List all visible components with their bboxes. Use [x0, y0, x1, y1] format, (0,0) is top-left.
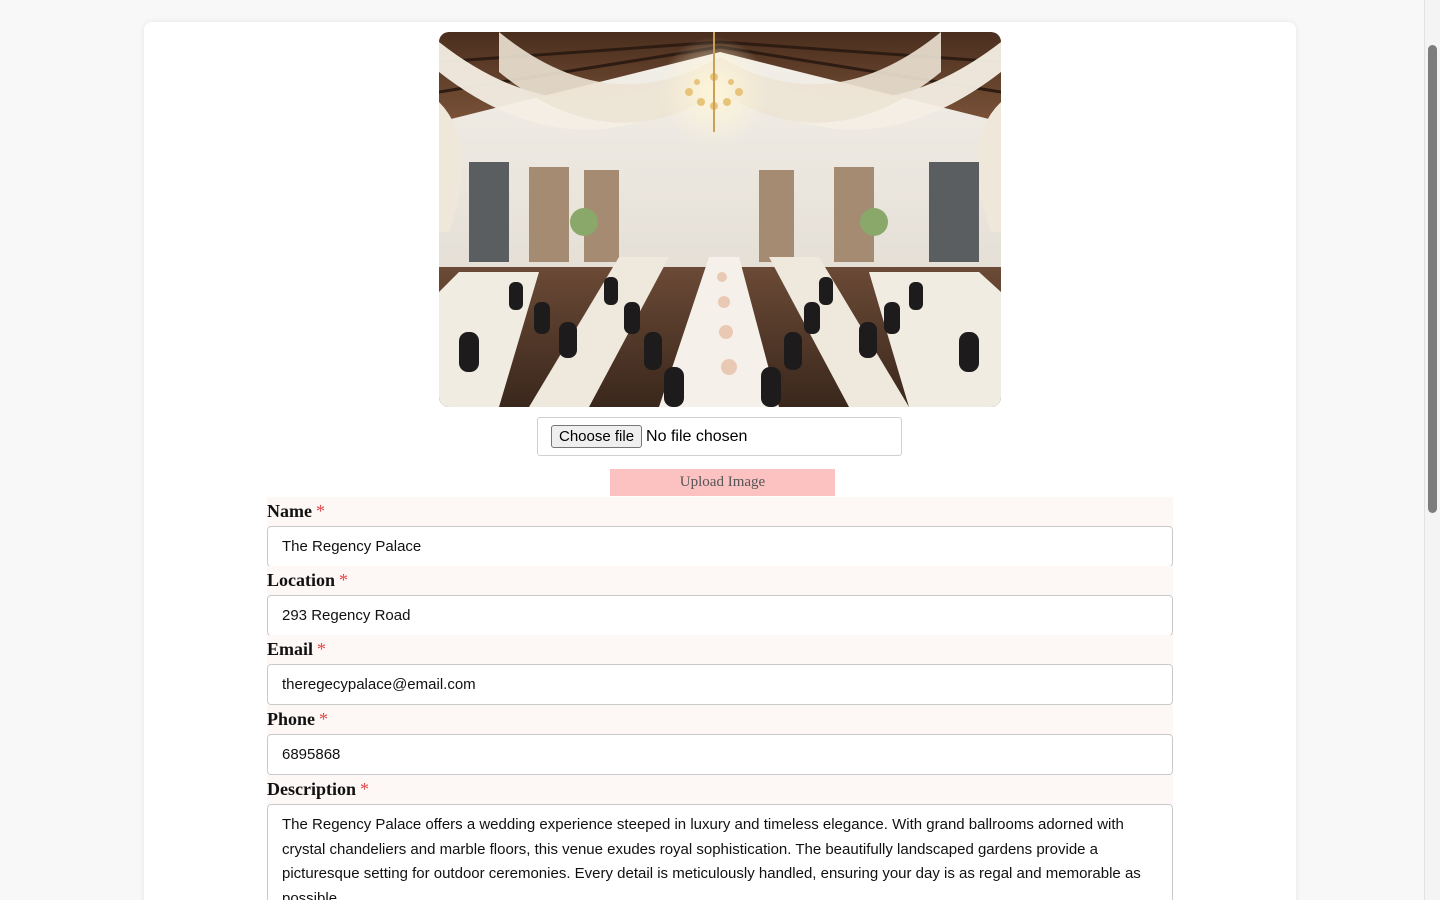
choose-file-button[interactable]: Choose file: [551, 425, 643, 448]
name-label-text: Name: [267, 501, 312, 521]
email-field[interactable]: theregecypalace@email.com: [267, 664, 1173, 705]
required-marker: *: [315, 501, 325, 521]
email-label-text: Email: [267, 639, 314, 659]
phone-field[interactable]: 6895868: [267, 734, 1173, 775]
description-label: Description *: [267, 775, 1173, 804]
required-marker: *: [339, 570, 349, 590]
file-input[interactable]: Choose file No file chosen: [537, 417, 902, 456]
name-field[interactable]: The Regency Palace: [267, 526, 1173, 567]
file-status-text: No file chosen: [646, 427, 748, 445]
upload-image-button[interactable]: Upload Image: [610, 469, 835, 496]
description-textarea[interactable]: The Regency Palace offers a wedding expe…: [267, 804, 1173, 900]
phone-label: Phone *: [267, 705, 1173, 734]
email-label: Email *: [267, 635, 1173, 664]
required-marker: *: [319, 709, 329, 729]
required-marker: *: [317, 639, 327, 659]
page: Choose file No file chosen Upload Image …: [0, 0, 1440, 900]
location-label: Location *: [267, 566, 1173, 595]
name-label: Name *: [267, 497, 1173, 526]
venue-form: Name * The Regency Palace Location * 293 R…: [267, 497, 1173, 900]
description-label-text: Description: [267, 779, 356, 799]
venue-photo: [439, 32, 1001, 407]
page-scrollbar[interactable]: [1424, 0, 1440, 900]
location-label-text: Location: [267, 570, 336, 590]
scrollbar-thumb[interactable]: [1428, 45, 1437, 513]
required-marker: *: [360, 779, 369, 799]
location-field[interactable]: 293 Regency Road: [267, 595, 1173, 636]
phone-label-text: Phone: [267, 709, 316, 729]
